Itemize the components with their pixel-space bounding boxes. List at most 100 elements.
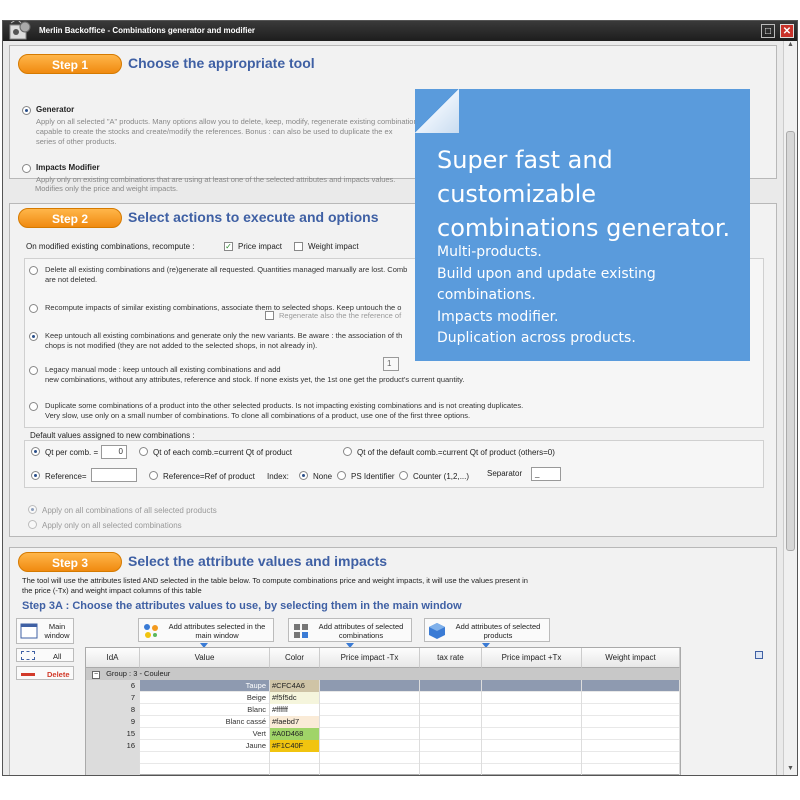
column-header-value[interactable]: Value [140, 648, 270, 668]
cell-price-impact-plus-tx[interactable] [482, 680, 582, 692]
cell-price-impact-tx[interactable] [320, 764, 420, 775]
cell-value[interactable]: Blanc cassé [140, 716, 270, 728]
index-none-radio[interactable] [299, 471, 308, 480]
cell-value[interactable] [140, 752, 270, 764]
qt-default-comb-radio[interactable] [343, 447, 352, 456]
cell-tax-rate[interactable] [420, 728, 482, 740]
columns-menu-icon[interactable] [755, 651, 763, 659]
cell-price-impact-plus-tx[interactable] [482, 704, 582, 716]
cell-tax-rate[interactable] [420, 764, 482, 775]
cell-ida[interactable] [86, 764, 140, 775]
scroll-up-icon[interactable]: ▲ [784, 41, 797, 53]
cell-weight-impact[interactable] [582, 764, 680, 775]
cell-weight-impact[interactable] [582, 716, 680, 728]
qt-each-comb-radio[interactable] [139, 447, 148, 456]
cell-price-impact-plus-tx[interactable] [482, 752, 582, 764]
reference-ref-radio[interactable] [149, 471, 158, 480]
cell-ida[interactable]: 7 [86, 692, 140, 704]
cell-color[interactable]: #A0D468 [270, 728, 320, 740]
cell-value[interactable]: Beige [140, 692, 270, 704]
add-selected-main-button[interactable]: Add attributes selected in the main wind… [138, 618, 274, 642]
cell-tax-rate[interactable] [420, 752, 482, 764]
generator-radio[interactable] [22, 106, 31, 115]
regenerate-reference-checkbox[interactable] [265, 311, 274, 320]
weight-impact-checkbox[interactable] [294, 242, 303, 251]
cell-price-impact-plus-tx[interactable] [482, 692, 582, 704]
impacts-modifier-radio[interactable] [22, 164, 31, 173]
cell-price-impact-tx[interactable] [320, 752, 420, 764]
cell-color[interactable]: #f5f5dc [270, 692, 320, 704]
column-header-tax-rate[interactable]: tax rate [420, 648, 482, 668]
cell-price-impact-tx[interactable] [320, 740, 420, 752]
apply-selected-radio[interactable] [28, 520, 37, 529]
cell-weight-impact[interactable] [582, 680, 680, 692]
cell-value[interactable]: Vert [140, 728, 270, 740]
column-header-weight-impact[interactable]: Weight impact [582, 648, 680, 668]
cell-tax-rate[interactable] [420, 692, 482, 704]
cell-weight-impact[interactable] [582, 728, 680, 740]
cell-weight-impact[interactable] [582, 752, 680, 764]
option-legacy-manual-radio[interactable] [29, 366, 38, 375]
cell-price-impact-plus-tx[interactable] [482, 740, 582, 752]
cell-weight-impact[interactable] [582, 740, 680, 752]
cell-color[interactable]: #F1C40F [270, 740, 320, 752]
delete-button[interactable]: Delete [16, 666, 74, 680]
table-row[interactable]: 8 Blanc #ffffff [86, 704, 680, 716]
cell-price-impact-tx[interactable] [320, 680, 420, 692]
column-header-price-impact-tx[interactable]: Price impact -Tx [320, 648, 420, 668]
group-row[interactable]: − Group : 3 - Couleur [86, 668, 680, 680]
main-window-button[interactable]: Main window [16, 618, 74, 644]
select-all-button[interactable]: All [16, 648, 74, 662]
cell-weight-impact[interactable] [582, 692, 680, 704]
column-header-price-impact-plus-tx[interactable]: Price impact +Tx [482, 648, 582, 668]
table-row[interactable] [86, 764, 680, 775]
group-collapse-icon[interactable]: − [92, 671, 100, 679]
separator-input[interactable]: _ [531, 467, 561, 481]
reference-input[interactable] [91, 468, 137, 482]
cell-tax-rate[interactable] [420, 680, 482, 692]
index-counter-radio[interactable] [399, 471, 408, 480]
reference-radio[interactable] [31, 471, 40, 480]
qt-per-comb-input[interactable]: 0 [101, 445, 127, 459]
cell-color[interactable] [270, 764, 320, 775]
cell-price-impact-plus-tx[interactable] [482, 716, 582, 728]
qt-per-comb-radio[interactable] [31, 447, 40, 456]
cell-price-impact-tx[interactable] [320, 716, 420, 728]
cell-weight-impact[interactable] [582, 704, 680, 716]
option-recompute-impacts-radio[interactable] [29, 304, 38, 313]
index-ps-radio[interactable] [337, 471, 346, 480]
cell-ida[interactable]: 8 [86, 704, 140, 716]
cell-value[interactable]: Jaune [140, 740, 270, 752]
cell-ida[interactable]: 9 [86, 716, 140, 728]
price-impact-checkbox[interactable]: ✓ [224, 242, 233, 251]
apply-all-radio[interactable] [28, 505, 37, 514]
scroll-down-icon[interactable]: ▼ [784, 765, 797, 775]
table-row[interactable]: 7 Beige #f5f5dc [86, 692, 680, 704]
option-keep-untouched-radio[interactable] [29, 332, 38, 341]
cell-ida[interactable] [86, 752, 140, 764]
table-row[interactable]: 15 Vert #A0D468 [86, 728, 680, 740]
cell-tax-rate[interactable] [420, 740, 482, 752]
table-row[interactable] [86, 752, 680, 764]
option-delete-regenerate-radio[interactable] [29, 266, 38, 275]
cell-ida[interactable]: 15 [86, 728, 140, 740]
table-row[interactable]: 9 Blanc cassé #faebd7 [86, 716, 680, 728]
cell-price-impact-tx[interactable] [320, 704, 420, 716]
vertical-scrollbar[interactable]: ▲ ▼ [783, 41, 797, 775]
cell-value[interactable] [140, 764, 270, 775]
cell-ida[interactable]: 16 [86, 740, 140, 752]
attributes-table[interactable]: IdA Value Color Price impact -Tx tax rat… [85, 647, 681, 775]
option-duplicate-radio[interactable] [29, 402, 38, 411]
scrollbar-thumb[interactable] [786, 131, 795, 551]
column-header-ida[interactable]: IdA [86, 648, 140, 668]
cell-tax-rate[interactable] [420, 716, 482, 728]
cell-color[interactable]: #ffffff [270, 704, 320, 716]
table-row[interactable]: 16 Jaune #F1C40F [86, 740, 680, 752]
maximize-icon[interactable]: □ [761, 24, 775, 38]
cell-price-impact-plus-tx[interactable] [482, 728, 582, 740]
add-selected-combinations-button[interactable]: Add attributes of selected combinations [288, 618, 412, 642]
cell-price-impact-tx[interactable] [320, 692, 420, 704]
cell-color[interactable]: #faebd7 [270, 716, 320, 728]
cell-color[interactable]: #CFC4A6 [270, 680, 320, 692]
legacy-quantity-input[interactable]: 1 [383, 357, 399, 371]
